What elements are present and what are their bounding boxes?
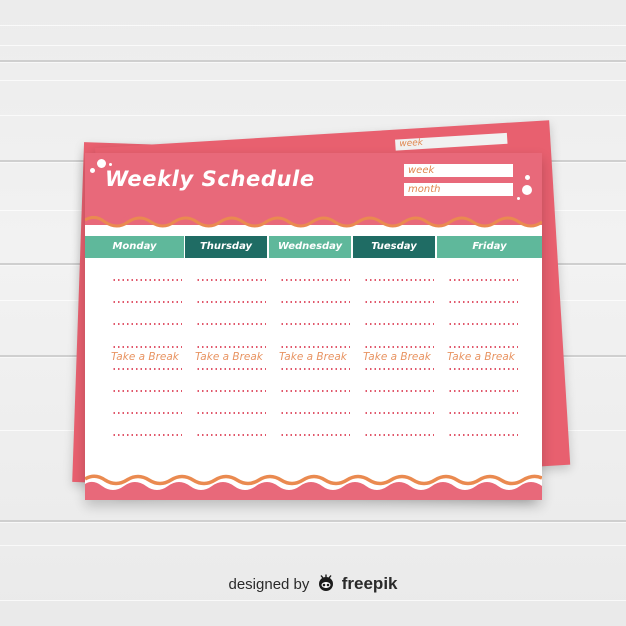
time-slot-line[interactable]	[448, 346, 518, 348]
bubble-decoration	[90, 168, 95, 173]
time-slot-line[interactable]	[196, 301, 266, 303]
time-slot-line[interactable]	[280, 434, 350, 436]
wood-grain	[0, 600, 626, 601]
time-slot-line[interactable]	[364, 346, 434, 348]
time-slot-line[interactable]	[196, 390, 266, 392]
time-slot-line[interactable]	[196, 323, 266, 325]
time-slot-line[interactable]	[280, 279, 350, 281]
schedule-card: Weekly Schedule week month Monday Take a …	[85, 153, 542, 500]
wood-grain	[0, 25, 626, 26]
time-slot-line[interactable]	[280, 301, 350, 303]
wood-grain	[0, 80, 626, 81]
time-slot-line[interactable]	[364, 390, 434, 392]
wood-grain	[0, 115, 626, 116]
time-slot-line[interactable]	[280, 390, 350, 392]
time-slot-line[interactable]	[448, 412, 518, 414]
break-label: Take a Break	[195, 351, 263, 363]
time-slot-line[interactable]	[364, 434, 434, 436]
time-slot-line[interactable]	[448, 301, 518, 303]
time-slot-line[interactable]	[280, 412, 350, 414]
designer-credit: designed by freepik	[0, 574, 626, 596]
time-slot-line[interactable]	[196, 412, 266, 414]
bubble-decoration	[517, 197, 520, 200]
time-slot-line[interactable]	[112, 368, 182, 370]
time-slot-line[interactable]	[448, 434, 518, 436]
bubble-decoration	[525, 175, 530, 180]
time-slot-line[interactable]	[448, 323, 518, 325]
time-slot-line[interactable]	[196, 346, 266, 348]
time-slot-line[interactable]	[196, 279, 266, 281]
time-slot-line[interactable]	[112, 301, 182, 303]
bottom-wave-decoration	[85, 474, 542, 500]
time-slot-line[interactable]	[112, 434, 182, 436]
plank-seam	[0, 60, 626, 62]
break-label: Take a Break	[111, 351, 179, 363]
bubble-decoration	[522, 185, 532, 195]
month-field[interactable]: month	[404, 183, 513, 196]
wood-grain	[0, 45, 626, 46]
day-header-thursday[interactable]: Thursday	[185, 236, 267, 258]
time-slot-line[interactable]	[364, 412, 434, 414]
page-title: Weekly Schedule	[105, 167, 315, 191]
day-header-tuesday[interactable]: Tuesday	[353, 236, 435, 258]
time-slot-line[interactable]	[112, 323, 182, 325]
time-slot-line[interactable]	[364, 301, 434, 303]
top-wave-decoration	[85, 207, 542, 228]
bubble-decoration	[109, 163, 112, 166]
break-label: Take a Break	[363, 351, 431, 363]
time-slot-line[interactable]	[448, 390, 518, 392]
credit-prefix: designed by	[228, 576, 310, 593]
break-label: Take a Break	[279, 351, 347, 363]
time-slot-line[interactable]	[280, 368, 350, 370]
time-slot-line[interactable]	[364, 368, 434, 370]
freepik-brand: freepik	[341, 574, 398, 593]
time-slot-line[interactable]	[280, 323, 350, 325]
time-slot-line[interactable]	[196, 434, 266, 436]
wood-grain	[0, 545, 626, 546]
time-slot-line[interactable]	[280, 346, 350, 348]
day-header-monday[interactable]: Monday	[85, 236, 184, 258]
time-slot-line[interactable]	[112, 412, 182, 414]
back-week-field: week	[395, 132, 508, 151]
time-slot-line[interactable]	[448, 279, 518, 281]
time-slot-line[interactable]	[364, 279, 434, 281]
time-slot-line[interactable]	[112, 279, 182, 281]
time-slot-line[interactable]	[112, 390, 182, 392]
plank-seam	[0, 520, 626, 522]
day-header-wednesday[interactable]: Wednesday	[269, 236, 351, 258]
break-label: Take a Break	[447, 351, 515, 363]
time-slot-line[interactable]	[364, 323, 434, 325]
freepik-logo-icon	[317, 574, 335, 596]
time-slot-line[interactable]	[448, 368, 518, 370]
week-field[interactable]: week	[404, 164, 513, 177]
time-slot-line[interactable]	[196, 368, 266, 370]
time-slot-line[interactable]	[112, 346, 182, 348]
day-header-friday[interactable]: Friday	[437, 236, 542, 258]
